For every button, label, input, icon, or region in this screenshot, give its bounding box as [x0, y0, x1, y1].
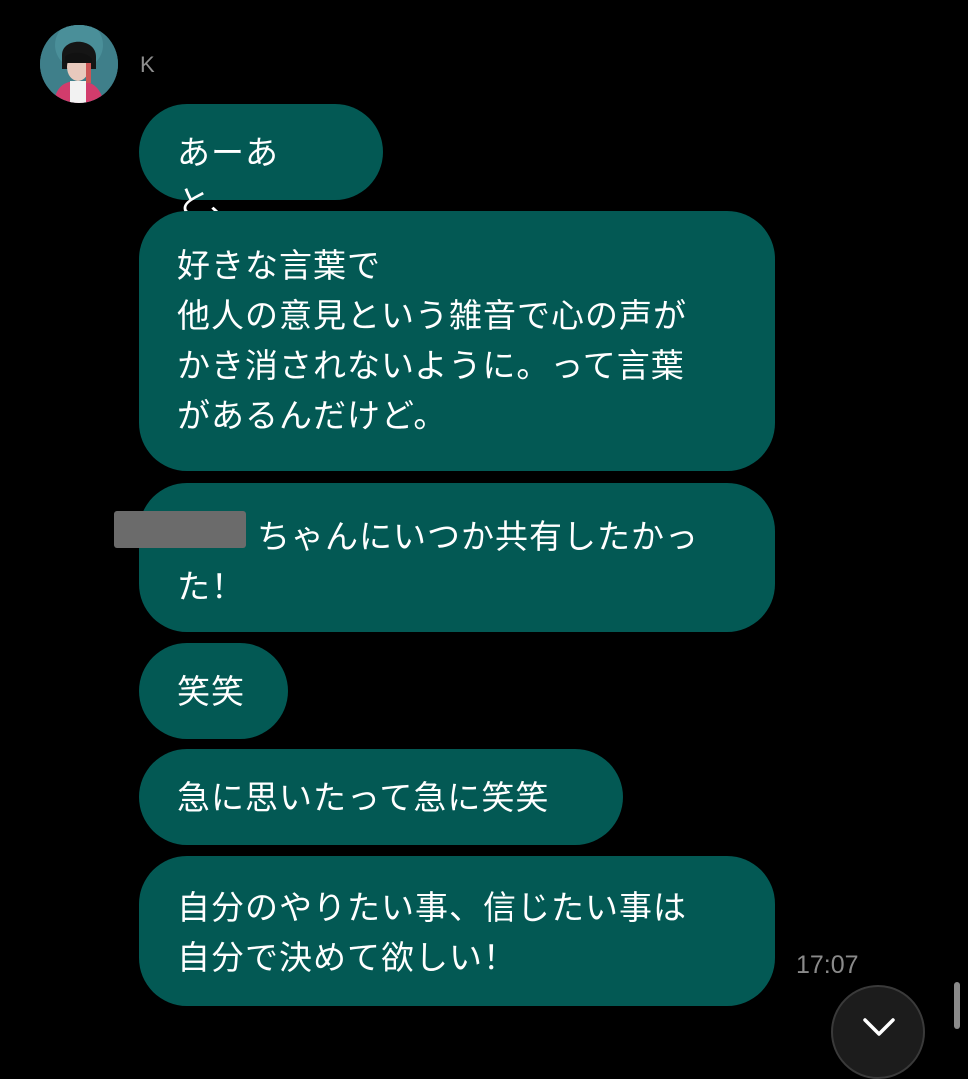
chevron-down-icon — [863, 1018, 895, 1036]
message-timestamp: 17:07 — [796, 951, 859, 979]
scroll-to-bottom-button[interactable] — [831, 985, 925, 1079]
message-bubble[interactable]: あーあと、 — [139, 104, 383, 222]
message-text: ちゃんにいつか共有したかっ た！ — [177, 517, 699, 606]
sender-name: K — [140, 52, 155, 77]
message-bubble[interactable]: 笑笑 — [139, 643, 288, 739]
sender-avatar[interactable] — [40, 25, 118, 103]
avatar-photo — [40, 25, 118, 103]
message-bubble[interactable]: 急に思いたって急に笑笑 — [139, 749, 623, 845]
message-bubble[interactable]: 自分のやりたい事、信じたい事は 自分で決めて欲しい！ — [139, 856, 775, 1006]
message-bubble[interactable]: 好きな言葉で 他人の意見という雑音で心の声が かき消されないように。って言葉 が… — [139, 211, 775, 471]
redacted-name-box — [114, 511, 246, 548]
scrollbar[interactable] — [954, 982, 960, 1029]
message-bubble[interactable]: ちゃんにいつか共有したかっ た！ — [139, 483, 775, 632]
